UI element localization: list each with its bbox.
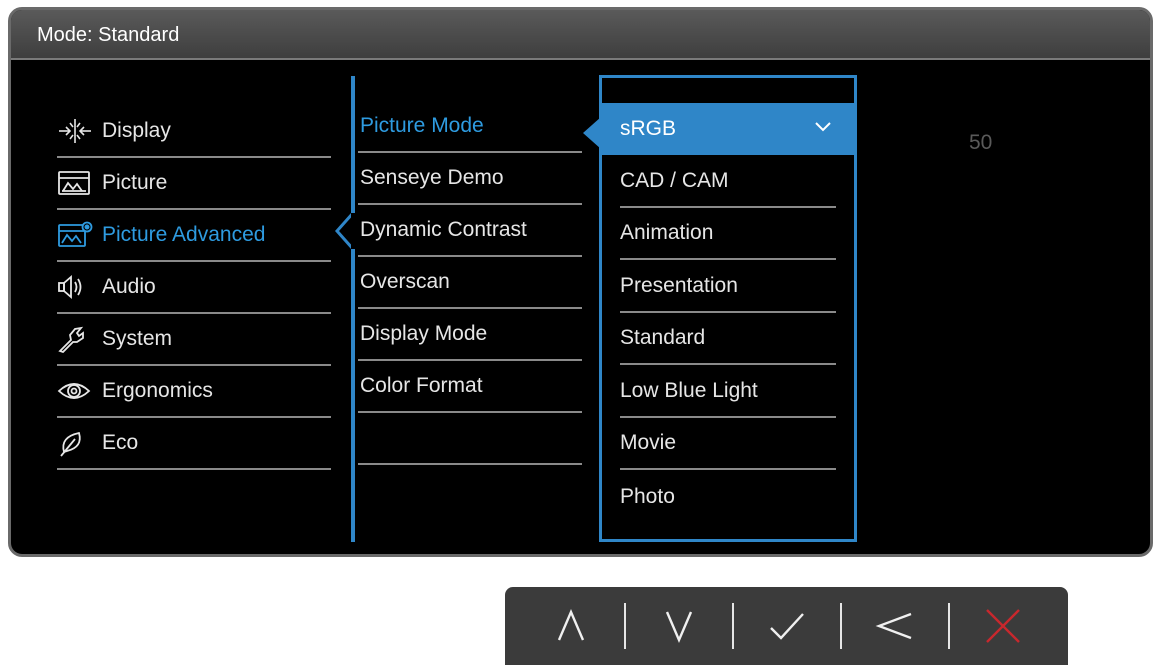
menu-item-ergonomics[interactable]: Ergonomics [57, 366, 331, 418]
option-standard[interactable]: Standard [620, 313, 836, 365]
sub-item-label: Picture Mode [360, 114, 484, 137]
option-cad-cam[interactable]: CAD / CAM [620, 156, 836, 208]
sub-item-overscan[interactable]: Overscan [358, 257, 582, 309]
menu-item-label: Display [102, 119, 171, 142]
key-divider [947, 603, 950, 649]
value-readout: 50 [969, 131, 993, 154]
option-label: sRGB [620, 117, 677, 140]
down-key[interactable] [649, 596, 709, 656]
menu-item-picture[interactable]: Picture [57, 158, 331, 210]
menu-item-label: Audio [102, 275, 156, 298]
display-icon [57, 116, 95, 146]
chevron-up-icon [557, 608, 584, 641]
sub-item-color-format[interactable]: Color Format [358, 361, 582, 413]
menu-item-display[interactable]: Display [57, 106, 331, 158]
active-pointer [335, 213, 355, 249]
column-divider [351, 76, 355, 542]
osd-header: Mode: Standard [11, 10, 1150, 60]
osd-window: Mode: Standard Display Picture Picture A… [8, 7, 1153, 557]
option-pointer [583, 117, 601, 149]
up-key[interactable] [541, 596, 601, 656]
sub-item-label: Overscan [360, 270, 450, 293]
option-label: Presentation [620, 274, 738, 297]
option-movie[interactable]: Movie [620, 418, 836, 470]
audio-icon [57, 272, 95, 302]
key-divider [839, 603, 842, 649]
picture-advanced-icon [57, 220, 95, 250]
back-key[interactable] [865, 596, 925, 656]
sub-item-label: Dynamic Contrast [360, 218, 527, 241]
sub-item-senseye-demo[interactable]: Senseye Demo [358, 153, 582, 205]
sub-item-dynamic-contrast[interactable]: Dynamic Contrast [358, 205, 582, 257]
sub-item-picture-mode[interactable]: Picture Mode [358, 101, 582, 153]
option-label: Photo [620, 485, 675, 508]
option-animation[interactable]: Animation [620, 208, 836, 260]
chevron-down-icon [665, 611, 692, 644]
chevron-left-icon [875, 612, 911, 640]
option-srgb[interactable]: sRGB [602, 103, 854, 155]
chevron-down-icon [815, 122, 831, 132]
sub-item-display-mode[interactable]: Display Mode [358, 309, 582, 361]
exit-key[interactable] [973, 596, 1033, 656]
sub-menu: Picture Mode Senseye Demo Dynamic Contra… [358, 101, 582, 465]
menu-item-audio[interactable]: Audio [57, 262, 331, 314]
menu-item-label: Eco [102, 431, 139, 454]
key-divider [623, 603, 626, 649]
close-icon [985, 609, 1020, 643]
option-label: CAD / CAM [620, 169, 729, 192]
menu-item-system[interactable]: System [57, 314, 331, 366]
system-icon [57, 324, 95, 354]
sub-item-label: Color Format [360, 374, 483, 397]
main-menu: Display Picture Picture Advanced Audio S… [57, 106, 331, 470]
ergonomics-icon [57, 376, 95, 406]
key-guide-bar [505, 587, 1068, 665]
options-panel: sRGB CAD / CAM Animation Presentation St… [599, 75, 857, 542]
option-label: Standard [620, 326, 706, 349]
option-photo[interactable]: Photo [620, 471, 836, 523]
key-divider [731, 603, 734, 649]
menu-item-label: System [102, 327, 173, 350]
option-low-blue-light[interactable]: Low Blue Light [620, 366, 836, 418]
mode-title: Mode: Standard [37, 24, 180, 46]
option-label: Low Blue Light [620, 379, 758, 402]
menu-item-label: Ergonomics [102, 379, 213, 402]
menu-item-picture-advanced[interactable]: Picture Advanced [57, 210, 331, 262]
sub-item-empty [358, 413, 582, 465]
option-presentation[interactable]: Presentation [620, 261, 836, 313]
menu-item-eco[interactable]: Eco [57, 418, 331, 470]
option-label: Movie [620, 431, 677, 454]
menu-item-label: Picture [102, 171, 168, 194]
sub-item-label: Senseye Demo [360, 166, 504, 189]
sub-item-label: Display Mode [360, 322, 488, 345]
menu-item-label: Picture Advanced [102, 223, 266, 246]
ok-key[interactable] [757, 596, 817, 656]
picture-icon [57, 168, 95, 198]
check-icon [769, 613, 804, 640]
option-label: Animation [620, 221, 714, 244]
eco-icon [57, 428, 95, 458]
